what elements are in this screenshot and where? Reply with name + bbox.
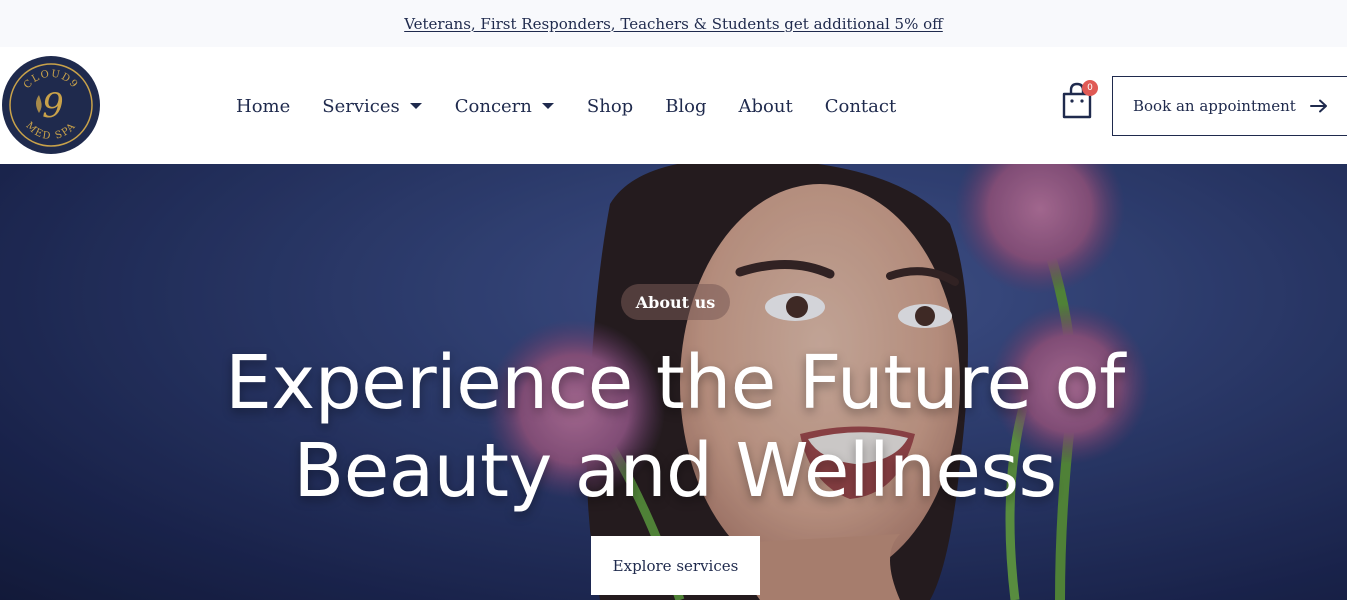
promo-bar: Veterans, First Responders, Teachers & S… — [0, 0, 1347, 47]
promo-link[interactable]: Veterans, First Responders, Teachers & S… — [404, 15, 943, 33]
logo[interactable]: CLOUD9 MED SPA 9 — [1, 55, 101, 155]
site-header: CLOUD9 MED SPA 9 Home Services Concern S… — [0, 47, 1347, 164]
hero-eyebrow-badge: About us — [621, 284, 730, 320]
cart-count-badge: 0 — [1082, 80, 1098, 96]
book-appointment-label: Book an appointment — [1133, 97, 1296, 115]
nav-item-label: Contact — [824, 95, 897, 117]
caret-down-icon — [409, 103, 422, 109]
nav-item-label: Shop — [586, 95, 634, 117]
book-appointment-button[interactable]: Book an appointment — [1112, 76, 1347, 136]
nav-item-contact[interactable]: Contact — [825, 96, 896, 117]
main-nav: Home Services Concern Shop Blog About Co… — [236, 86, 928, 126]
caret-down-icon — [541, 103, 554, 109]
hero-title-line-1: Experience the Future of — [225, 340, 1125, 426]
logo-emblem: CLOUD9 MED SPA 9 — [2, 56, 100, 154]
explore-services-button[interactable]: Explore services — [591, 536, 760, 595]
hero-title-line-2: Beauty and Wellness — [293, 428, 1057, 514]
hero-section: About us Experience the Future of Beauty… — [0, 164, 1347, 600]
nav-item-label: Home — [236, 95, 291, 117]
nav-item-home[interactable]: Home — [236, 96, 290, 117]
nav-item-services[interactable]: Services — [322, 96, 422, 117]
nav-item-blog[interactable]: Blog — [665, 96, 706, 117]
nav-item-label: About — [738, 95, 793, 117]
nav-item-label: Services — [322, 95, 400, 117]
nav-item-about[interactable]: About — [739, 96, 793, 117]
nav-item-label: Concern — [454, 95, 532, 117]
nav-item-shop[interactable]: Shop — [587, 96, 633, 117]
hero-title: Experience the Future of Beauty and Well… — [140, 339, 1210, 515]
nav-item-concern[interactable]: Concern — [455, 96, 555, 117]
arrow-right-icon — [1309, 99, 1327, 113]
cart-button[interactable]: 0 — [1060, 80, 1100, 120]
nav-item-label: Blog — [665, 95, 707, 117]
logo-monogram: 9 — [42, 86, 64, 126]
